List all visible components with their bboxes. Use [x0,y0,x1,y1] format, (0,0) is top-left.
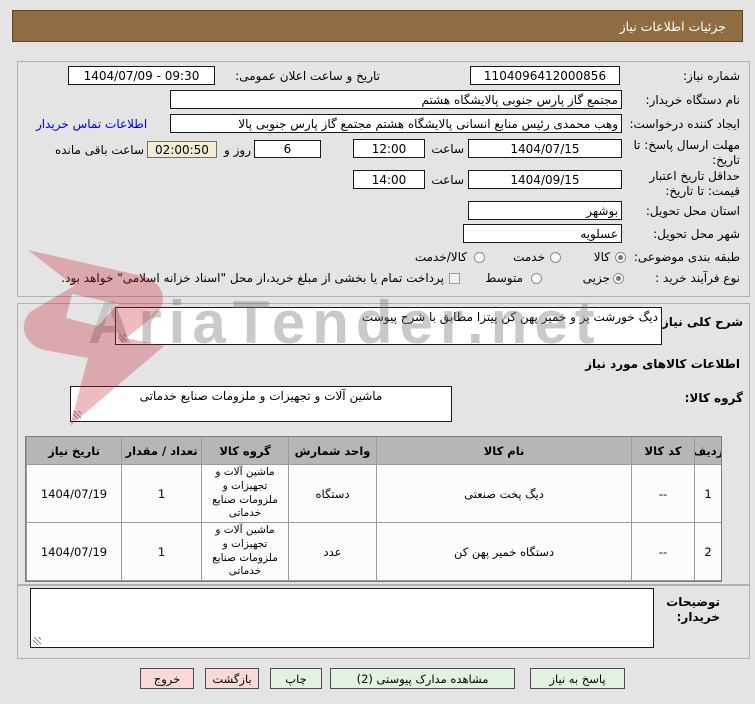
process-type-label: نوع فرآیند خرید : [655,271,740,285]
reply-to-need-button[interactable]: پاسخ به نیاز [530,668,625,689]
view-attached-docs-button[interactable]: مشاهده مدارک پیوستی (2) [330,668,515,689]
reply-deadline-date-input[interactable]: 1404/07/15 [468,139,622,158]
table-cell: 1404/07/19 [26,465,121,523]
col-header-goods-name: نام کالا [376,437,631,465]
price-validity-hour-label: ساعت [431,173,464,187]
table-cell: 1 [694,465,721,523]
announce-datetime-label: تاریخ و ساعت اعلان عمومی: [235,69,380,83]
reply-deadline-label: مهلت ارسال پاسخ: تا تاریخ: [633,138,740,167]
treasury-checkbox-label: پرداخت تمام یا بخشی از مبلغ خرید،از محل … [61,271,444,285]
table-cell: دیگ پخت صنعتی [376,465,631,523]
table-cell: 1404/07/19 [26,523,121,581]
need-number-label: شماره نیاز: [683,69,740,83]
table-cell: عدد [288,523,376,581]
col-header-goods-group: گروه کالا [201,437,288,465]
radio-goods-service[interactable] [474,252,485,263]
resize-handle-icon[interactable] [33,637,41,645]
need-number-input[interactable]: 1104096412000856 [470,66,620,85]
table-cell: 1 [121,465,201,523]
resize-handle-icon[interactable] [118,334,126,342]
goods-section-header: اطلاعات کالاهای مورد نیاز [585,357,740,371]
table-cell: 1 [121,523,201,581]
radio-goods[interactable] [615,252,626,263]
goods-group-label: گروه کالا: [684,391,743,405]
reply-deadline-hour-label: ساعت [431,142,464,156]
radio-service-label: خدمت [513,250,545,264]
goods-group-textarea[interactable]: ماشین آلات و تجهیزات و ملزومات صنایع خدم… [70,386,452,422]
table-cell: ماشین آلات و تجهیزات و ملزومات صنایع خدم… [201,465,288,523]
resize-handle-icon[interactable] [73,411,81,419]
buyer-org-label: نام دستگاه خریدار: [645,93,741,107]
col-header-need-date: تاریخ نیاز [26,437,121,465]
table-cell: 2 [694,523,721,581]
city-label: شهر محل تحویل: [653,227,740,241]
window-title-bar: جزئیات اطلاعات نیاز [12,10,743,42]
radio-partial[interactable] [613,273,624,284]
request-creator-label: ایجاد کننده درخواست: [629,117,740,131]
back-button[interactable]: بازگشت [205,668,259,689]
need-desc-text: دیگ خورشت پز و خمیر پهن کن پیتزا مطابق ب… [361,310,658,324]
table-cell: -- [631,465,694,523]
announce-datetime-input[interactable]: 1404/07/09 - 09:30 [68,66,215,85]
table-cell: -- [631,523,694,581]
radio-medium[interactable] [531,273,542,284]
radio-service[interactable] [550,252,561,263]
radio-partial-label: جزیی [582,271,610,285]
table-cell: ماشین آلات و تجهیزات و ملزومات صنایع خدم… [201,523,288,581]
col-header-quantity: تعداد / مقدار [121,437,201,465]
remaining-time-label: ساعت باقی مانده [54,143,144,157]
col-header-goods-code: کد کالا [631,437,694,465]
goods-group-text: ماشین آلات و تجهیزات و ملزومات صنایع خدم… [139,389,383,403]
col-header-unit: واحد شمارش [288,437,376,465]
need-desc-textarea[interactable]: دیگ خورشت پز و خمیر پهن کن پیتزا مطابق ب… [115,307,662,345]
remaining-time-box: 02:00:50 [147,141,217,158]
remaining-days-box: 6 [254,140,321,158]
treasury-checkbox[interactable] [449,273,460,284]
goods-table: ردیف کد کالا نام کالا واحد شمارش گروه کا… [25,436,722,582]
print-button[interactable]: چاپ [270,668,322,689]
buyer-comments-textarea[interactable] [30,588,654,648]
request-creator-input[interactable]: وهب محمدی رئیس منابع انسانی پالایشگاه هش… [170,114,622,133]
radio-goods-label: کالا [593,250,610,264]
col-header-row-number: ردیف [694,437,721,465]
need-details-window: جزئیات اطلاعات نیاز شماره نیاز: 11040964… [0,0,755,704]
buyer-org-input[interactable]: مجتمع گاز پارس جنوبی پالایشگاه هشتم [170,90,622,109]
page-title: جزئیات اطلاعات نیاز [619,18,726,34]
table-cell: دستگاه [288,465,376,523]
reply-deadline-time-input[interactable]: 12:00 [353,139,425,158]
city-input[interactable]: عسلویه [463,224,622,243]
buyer-contact-link[interactable]: اطلاعات تماس خریدار [36,117,147,131]
price-validity-time-input[interactable]: 14:00 [353,170,425,189]
province-input[interactable]: بوشهر [468,201,622,220]
province-label: استان محل تحویل: [645,204,740,218]
radio-medium-label: متوسط [485,271,523,285]
price-validity-date-input[interactable]: 1404/09/15 [468,170,622,189]
table-cell: دستگاه خمیر پهن کن [376,523,631,581]
price-validity-label: حداقل تاریخ اعتبار قیمت: تا تاریخ: [649,169,740,198]
exit-button[interactable]: خروج [140,668,194,689]
radio-goods-service-label: کالا/خدمت [414,250,467,264]
buyer-comments-label: توضیحات خریدار: [666,595,720,624]
need-desc-label: شرح کلی نیاز: [657,315,743,329]
classification-label: طبقه بندی موضوعی: [633,250,740,264]
remaining-days-label: روز و [224,143,251,157]
